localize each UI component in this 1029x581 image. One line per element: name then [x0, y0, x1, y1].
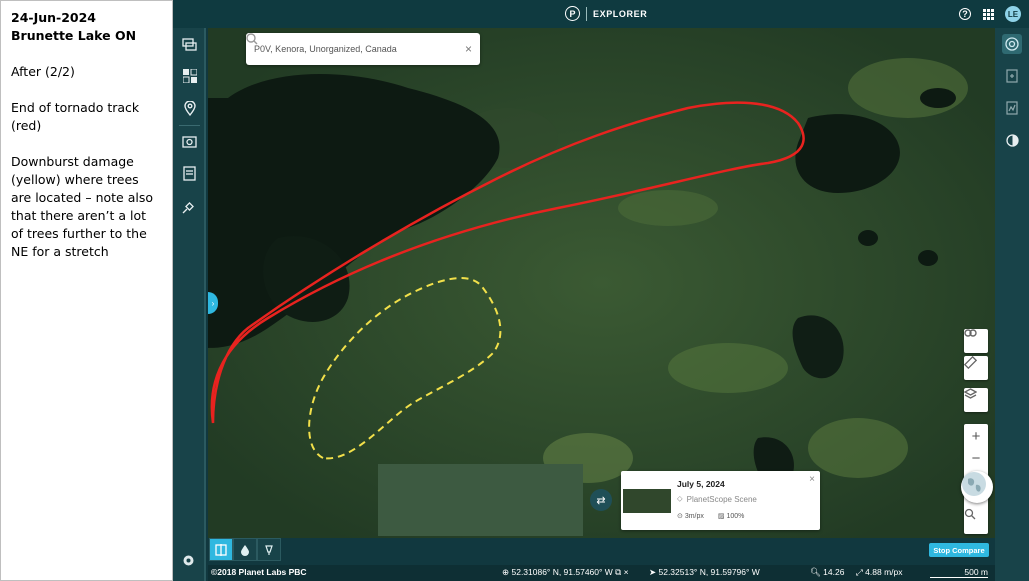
- brand-divider: [586, 6, 587, 21]
- bottom-tools: [209, 538, 281, 561]
- measure-button[interactable]: [964, 356, 988, 380]
- zoom-to-fit-button[interactable]: [964, 508, 988, 532]
- meters-per-pixel: ⤢ 4.88 m/px: [856, 567, 903, 577]
- app-name: EXPLORER: [593, 8, 648, 19]
- cursor-coordinates[interactable]: ⊕ 52.31086° N, 91.57460° W ⧉ ×: [502, 567, 629, 578]
- zoom-level: 🔍︎ 14.26: [810, 567, 845, 577]
- stack-icon[interactable]: [181, 36, 198, 53]
- right-sidebar: [995, 28, 1029, 581]
- scene-source: ⬦ PlanetScope Scene: [677, 494, 757, 504]
- link-button[interactable]: [964, 329, 988, 353]
- notes-after: After (2/2): [11, 64, 75, 79]
- ruler-icon: [964, 356, 977, 369]
- tag-icon: ⬦: [677, 494, 683, 503]
- close-card-icon[interactable]: ×: [809, 474, 815, 485]
- mosaic-grid-icon[interactable]: [181, 67, 198, 84]
- user-avatar[interactable]: LE: [1005, 6, 1021, 22]
- resolution-value: ⊙ 3m/px: [677, 513, 704, 520]
- clear-search-icon[interactable]: ×: [465, 42, 472, 56]
- copyright-text: ©2018 Planet Labs PBC: [211, 567, 307, 577]
- image-add-icon[interactable]: [1002, 66, 1022, 86]
- root: 24-Jun-2024 Brunette Lake ON After (2/2)…: [0, 0, 1029, 581]
- link-icon: [964, 329, 977, 337]
- scene-source-label: PlanetScope Scene: [686, 494, 757, 504]
- globe-icon[interactable]: [961, 471, 993, 503]
- notes-downburst: Downburst damage (yellow) where trees ar…: [11, 154, 153, 259]
- apps-grid-icon[interactable]: [981, 7, 995, 21]
- layers-icon: [964, 388, 977, 399]
- planet-logo: P: [565, 6, 580, 21]
- center-coordinates[interactable]: ➤ 52.32513° N, 91.59796° W: [649, 567, 760, 578]
- settings-gear-icon[interactable]: [181, 553, 198, 570]
- top-bar: P EXPLORER ? LE: [173, 0, 1029, 28]
- search-icon: [246, 33, 258, 45]
- satellite-imagery: [208, 28, 995, 538]
- cursor-coordinates-text: 52.31086° N, 91.57460° W: [511, 567, 613, 577]
- status-bar: ©2018 Planet Labs PBC ⊕ 52.31086° N, 91.…: [208, 565, 995, 581]
- stop-compare-button[interactable]: Stop Compare: [929, 543, 989, 557]
- magnifier-icon: [964, 508, 976, 520]
- explorer-app: P EXPLORER ? LE P0V, Kenora, Unorganized…: [173, 0, 1029, 581]
- center-coordinates-text: 52.32513° N, 91.59796° W: [658, 567, 760, 577]
- camera-scene-icon[interactable]: [181, 133, 198, 150]
- scale-bar: 500 m: [930, 567, 988, 578]
- spotlight-icon: [265, 544, 273, 555]
- compare-mode-button[interactable]: [209, 538, 233, 561]
- help-icon[interactable]: ?: [959, 8, 971, 20]
- scene-date: July 5, 2024: [677, 479, 725, 489]
- opacity-button[interactable]: [233, 538, 257, 561]
- location-pin-icon[interactable]: [181, 100, 198, 117]
- droplet-icon: [241, 544, 249, 556]
- contrast-icon[interactable]: [1002, 130, 1022, 150]
- redacted-region: [378, 464, 583, 536]
- chart-panel-icon[interactable]: [1002, 98, 1022, 118]
- document-icon[interactable]: [181, 165, 198, 182]
- spotlight-button[interactable]: [257, 538, 281, 561]
- notes-end-track: End of tornado track (red): [11, 100, 140, 133]
- resolution-text: 3m/px: [684, 513, 704, 520]
- compare-scene-card[interactable]: July 5, 2024 ⬦ PlanetScope Scene ⊙ 3m/px…: [621, 471, 820, 530]
- satellite-icon[interactable]: [181, 198, 198, 215]
- compare-layers-icon[interactable]: [1002, 34, 1022, 54]
- left-sidebar: [173, 28, 206, 581]
- notes-panel: 24-Jun-2024 Brunette Lake ON After (2/2)…: [0, 0, 173, 581]
- layers-button[interactable]: [964, 388, 988, 412]
- search-input[interactable]: [254, 44, 457, 54]
- zoom-out-button[interactable]: −: [964, 446, 988, 470]
- search-bar[interactable]: ×: [246, 33, 480, 65]
- swap-compare-button[interactable]: ⇄: [590, 489, 612, 511]
- meters-per-pixel-text: 4.88 m/px: [865, 567, 903, 577]
- map-view[interactable]: × › + − ⇄: [208, 28, 995, 538]
- sidebar-divider: [179, 125, 200, 126]
- notes-title: 24-Jun-2024 Brunette Lake ON: [11, 10, 137, 43]
- brand[interactable]: P EXPLORER: [565, 6, 647, 21]
- top-right-controls: ? LE: [959, 6, 1021, 22]
- scene-thumbnail: [623, 489, 671, 513]
- zoom-in-button[interactable]: +: [964, 424, 988, 448]
- coverage-value: ▨ 100%: [717, 513, 745, 520]
- scene-stats: ⊙ 3m/px ▨ 100%: [677, 512, 744, 520]
- coverage-text: 100%: [726, 513, 745, 520]
- split-view-icon: [215, 543, 227, 556]
- zoom-level-text: 14.26: [823, 567, 845, 577]
